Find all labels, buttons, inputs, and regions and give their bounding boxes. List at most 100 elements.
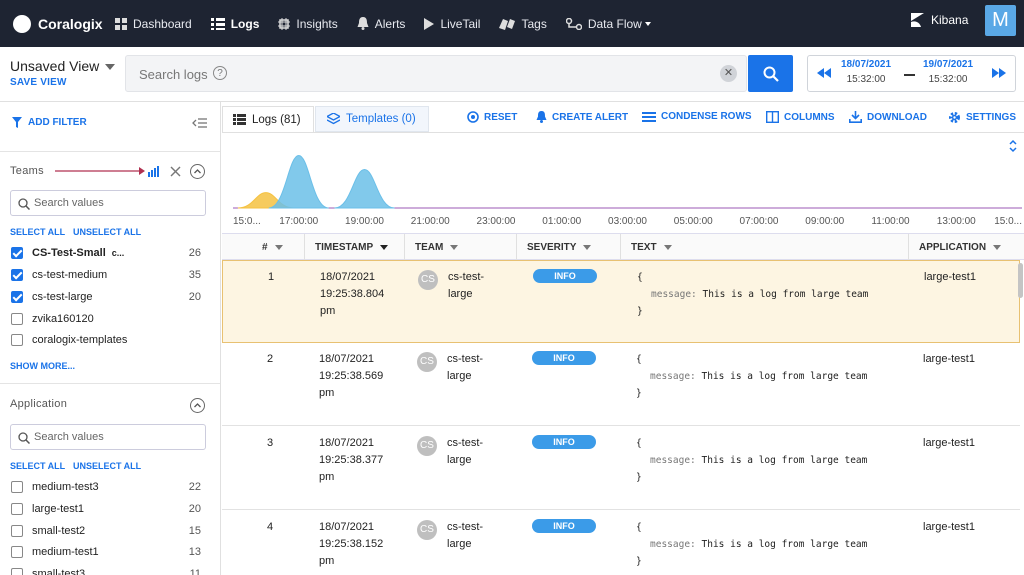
app-option-medium-test1[interactable]: medium-test1 13 (11, 544, 201, 560)
add-filter-button[interactable]: ADD FILTER (12, 117, 87, 128)
teams-unselect-all[interactable]: UNSELECT ALL (73, 227, 141, 237)
tab-logs[interactable]: Logs (81) (222, 106, 314, 132)
app-option-small-test3[interactable]: small-test3 11 (11, 566, 201, 575)
nav-insights[interactable]: Insights (278, 17, 338, 31)
checkbox[interactable] (11, 546, 23, 558)
app-label: medium-test3 (32, 481, 99, 493)
checkbox[interactable] (11, 291, 23, 303)
checkbox[interactable] (11, 525, 23, 537)
close-icon[interactable] (170, 166, 181, 177)
checkbox[interactable] (11, 334, 23, 346)
application-select-all[interactable]: SELECT ALL (10, 461, 65, 471)
row-application: large-test1 (923, 353, 975, 365)
columns-button[interactable]: COLUMNS (766, 111, 835, 123)
collapse-teams-button[interactable] (190, 164, 205, 179)
checkbox[interactable] (11, 313, 23, 325)
team-option-zvika160120[interactable]: zvika160120 (11, 311, 201, 327)
table-row[interactable]: 2 18/07/2021 19:25:38.569 pm CS cs-test-large… (222, 343, 1020, 426)
checkbox[interactable] (11, 503, 23, 515)
teams-search-input[interactable]: Search values (10, 190, 206, 216)
checkbox[interactable] (11, 568, 23, 575)
download-button[interactable]: DOWNLOAD (849, 111, 927, 123)
sort-icon (993, 245, 1002, 250)
nav-livetail[interactable]: LiveTail (424, 17, 480, 31)
show-more-button[interactable]: SHOW MORE... (10, 361, 75, 371)
team-line2: large (447, 538, 472, 550)
condense-rows-button[interactable]: CONDENSE ROWS (642, 111, 752, 122)
timestamp-ampm: pm (319, 387, 335, 399)
checkbox[interactable] (11, 247, 23, 259)
table-row[interactable]: 4 18/07/2021 19:25:38.152 pm CS cs-test-large… (222, 511, 1020, 575)
settings-button[interactable]: SETTINGS (948, 111, 1016, 124)
nav-logs[interactable]: Logs (210, 17, 259, 31)
col-header-label: SEVERITY (527, 242, 577, 253)
create-alert-button[interactable]: CREATE ALERT (536, 111, 628, 123)
table-row[interactable]: 3 18/07/2021 19:25:38.377 pm CS cs-test-large… (222, 427, 1020, 510)
coralogix-logo[interactable]: Coralogix (13, 14, 115, 33)
row-text[interactable]: {message: This is a log from large team} (636, 351, 867, 402)
severity-badge: INFO (532, 435, 596, 449)
row-timestamp: 18/07/2021 19:25:38.377 pm (319, 435, 383, 486)
app-option-medium-test3[interactable]: medium-test3 22 (11, 479, 201, 495)
user-avatar[interactable]: M (985, 5, 1016, 36)
nav-alerts[interactable]: Alerts (357, 17, 405, 31)
x-tick-label: 01:00:00 (542, 216, 581, 227)
nav-data-flow[interactable]: Data Flow (565, 16, 651, 31)
date-to[interactable]: 19/07/2021 15:32:00 (923, 59, 973, 85)
reset-button[interactable]: RESET (467, 111, 517, 123)
collapse-application-button[interactable] (190, 398, 205, 413)
search-button[interactable] (748, 55, 793, 92)
app-option-small-test2[interactable]: small-test2 15 (11, 523, 201, 539)
view-selector[interactable]: Unsaved View (10, 58, 116, 74)
team-option-coralogix-templates[interactable]: coralogix-templates (11, 332, 201, 348)
scrollbar-thumb[interactable] (1018, 263, 1023, 298)
fast-forward-icon[interactable] (992, 68, 1006, 78)
x-tick-label: 17:00:00 (279, 216, 318, 227)
expand-chart-icon[interactable] (1008, 139, 1018, 153)
row-text[interactable]: {message: This is a log from large team} (636, 435, 867, 486)
application-search-input[interactable]: Search values (10, 424, 206, 450)
teams-select-all[interactable]: SELECT ALL (10, 227, 65, 237)
create-alert-label: CREATE ALERT (552, 111, 629, 123)
help-icon[interactable]: ? (213, 66, 227, 80)
rewind-icon[interactable] (817, 68, 831, 78)
app-option-large-test1[interactable]: large-test1 20 (11, 501, 201, 517)
date-from[interactable]: 18/07/2021 15:32:00 (841, 59, 891, 85)
timestamp-date: 18/07/2021 (319, 521, 375, 533)
clear-search-button[interactable]: ✕ (720, 65, 737, 82)
nav-data-flow-label: Data Flow (587, 16, 642, 31)
col-header-severity[interactable]: SEVERITY (517, 234, 621, 261)
nav-tags[interactable]: Tags (499, 17, 547, 31)
filter-sidebar: ADD FILTER Teams Search values SELECT AL… (0, 102, 221, 575)
x-tick-label: 03:00:00 (608, 216, 647, 227)
search-input[interactable]: Search logs ? ✕ (125, 55, 747, 92)
team-option-cs-test-medium[interactable]: cs-test-medium 35 (11, 267, 201, 283)
col-header-timestamp[interactable]: TIMESTAMP (305, 234, 405, 261)
team-option-cs-test-large[interactable]: cs-test-large 20 (11, 289, 201, 305)
timestamp-date: 18/07/2021 (320, 271, 376, 283)
tab-templates[interactable]: Templates (0) (315, 106, 429, 132)
date-range-picker[interactable]: 18/07/2021 15:32:00 19/07/2021 15:32:00 (807, 55, 1016, 92)
chevron-down-icon (644, 21, 651, 26)
row-text[interactable]: {message: This is a log from large team} (637, 269, 868, 320)
kibana-link[interactable]: Kibana (911, 13, 968, 27)
col-header-number[interactable]: # (222, 234, 305, 261)
col-header-team[interactable]: TEAM (405, 234, 517, 261)
application-unselect-all[interactable]: UNSELECT ALL (73, 461, 141, 471)
x-tick-label: 23:00:00 (477, 216, 516, 227)
nav-dashboard[interactable]: Dashboard (115, 17, 192, 31)
table-row[interactable]: 1 18/07/2021 19:25:38.804 pm CS cs-test-large… (222, 260, 1020, 343)
col-header-application[interactable]: APPLICATION (909, 234, 1020, 261)
row-text[interactable]: {message: This is a log from large team} (636, 519, 867, 570)
save-view-button[interactable]: SAVE VIEW (10, 77, 67, 88)
team-option-cs-test-small[interactable]: CS-Test-Small c... 26 (11, 245, 201, 261)
json-message-line: message: This is a log from large team (636, 536, 867, 553)
bar-chart-icon[interactable] (148, 166, 160, 177)
checkbox[interactable] (11, 481, 23, 493)
collapse-sidebar-icon[interactable] (192, 117, 207, 129)
col-header-text[interactable]: TEXT (621, 234, 909, 261)
to-date: 19/07/2021 (923, 59, 974, 70)
checkbox[interactable] (11, 269, 23, 281)
teams-heading: Teams (10, 165, 44, 177)
log-volume-chart[interactable]: 15:0... 17:00:00 19:00:00 21:00:00 23:00:00 0… (222, 132, 1024, 230)
